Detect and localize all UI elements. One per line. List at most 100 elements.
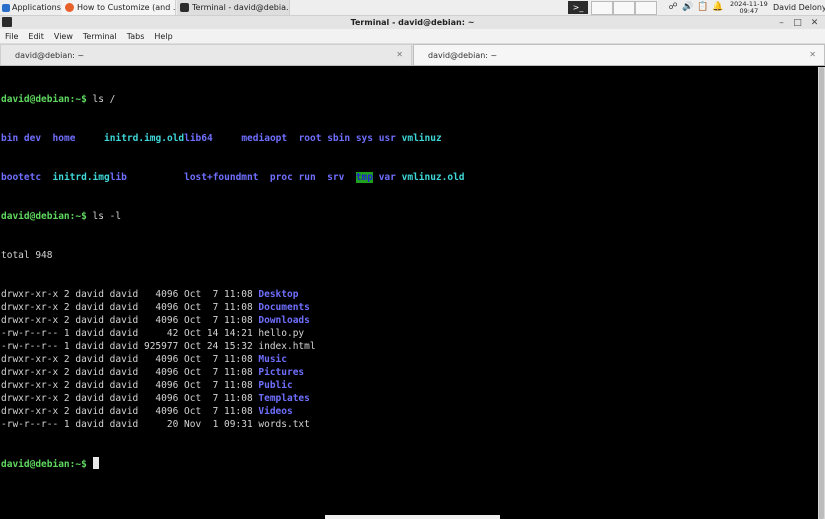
window-titlebar[interactable]: Terminal - david@debian: ~ – □ ✕ xyxy=(0,16,825,29)
menu-view[interactable]: View xyxy=(49,32,78,41)
file-metadata: drwxr-xr-x 2 david david 4096 Oct 7 11:0… xyxy=(1,393,259,404)
ls-entry-var: var xyxy=(378,172,396,183)
file-name: Music xyxy=(258,354,287,365)
file-metadata: drwxr-xr-x 2 david david 4096 Oct 7 11:0… xyxy=(1,367,259,378)
menu-edit[interactable]: Edit xyxy=(23,32,49,41)
taskbar-label: How to Customize (and ... xyxy=(77,3,176,12)
terminal-line: total 948 xyxy=(1,250,53,261)
file-metadata: drwxr-xr-x 2 david david 4096 Oct 7 11:0… xyxy=(1,289,259,300)
file-name: Downloads xyxy=(258,315,310,326)
terminal-icon xyxy=(180,3,189,12)
tab-label: david@debian: ~ xyxy=(428,50,498,60)
ls-entry-srv: srv xyxy=(327,172,345,183)
top-panel: Applications How to Customize (and ... T… xyxy=(0,0,825,16)
ls-listing: drwxr-xr-x 2 david david 4096 Oct 7 11:0… xyxy=(0,288,818,431)
ls-entry-opt: opt xyxy=(269,133,288,144)
ls-entry-bin: bin xyxy=(1,133,19,144)
tab-1[interactable]: david@debian: ~ ✕ xyxy=(0,44,412,65)
text-cursor xyxy=(92,457,99,469)
terminal-line: david@debian:~$ ls -l xyxy=(0,210,818,223)
close-icon[interactable]: ✕ xyxy=(809,50,816,59)
taskbar-label: Terminal - david@debia... xyxy=(192,3,290,12)
ls-long-row: drwxr-xr-x 2 david david 4096 Oct 7 11:0… xyxy=(0,392,818,405)
file-name: Videos xyxy=(258,406,293,417)
ls-entry-dev: dev xyxy=(23,133,42,144)
volume-icon[interactable]: 🔊 xyxy=(682,1,694,13)
file-name: Desktop xyxy=(258,289,299,300)
tab-bar: david@debian: ~ ✕ david@debian: ~ ✕ xyxy=(0,43,825,66)
window-title: Terminal - david@debian: ~ xyxy=(350,18,475,27)
command: ls -l xyxy=(86,211,122,222)
ls-long-row: -rw-r--r-- 1 david david 20 Nov 1 09:31 … xyxy=(0,418,818,431)
menu-help[interactable]: Help xyxy=(149,32,177,41)
workspace-2[interactable] xyxy=(591,1,613,15)
workspace-switcher[interactable]: >_ xyxy=(568,1,588,14)
ls-entry-initrd-img: initrd.img xyxy=(52,172,110,183)
maximize-icon[interactable]: □ xyxy=(792,17,803,28)
ls-long-row: drwxr-xr-x 2 david david 4096 Oct 7 11:0… xyxy=(0,288,818,301)
clock[interactable]: 2024-11-19 09:47 xyxy=(730,0,768,15)
close-icon[interactable]: ✕ xyxy=(396,50,403,59)
terminal-scrollbar[interactable] xyxy=(818,67,825,519)
ls-entry-media: media xyxy=(241,133,270,144)
shell-prompt: david@debian:~$ xyxy=(1,459,87,470)
ls-entry-sbin: sbin xyxy=(327,133,351,144)
file-metadata: -rw-r--r-- 1 david david 42 Oct 14 14:21 xyxy=(1,328,259,339)
tab-label: david@debian: ~ xyxy=(15,50,85,60)
panel-strip xyxy=(325,515,500,519)
terminal-line: david@debian:~$ ls / xyxy=(0,93,818,106)
ls-entry-etc: etc xyxy=(23,172,42,183)
ls-entry-lib: lib xyxy=(109,172,127,183)
workspace-3[interactable] xyxy=(613,1,635,15)
file-name: Documents xyxy=(258,302,310,313)
terminal-line: david@debian:~$ xyxy=(0,457,818,470)
ls-long-row: drwxr-xr-x 2 david david 4096 Oct 7 11:0… xyxy=(0,405,818,418)
file-metadata: -rw-r--r-- 1 david david 20 Nov 1 09:31 xyxy=(1,419,259,430)
user-menu[interactable]: David Delony xyxy=(773,1,825,14)
ls-entry-vmlinuz: vmlinuz xyxy=(401,133,442,144)
user-name: David Delony xyxy=(773,3,825,12)
ls-entry-sys: sys xyxy=(355,133,373,144)
ls-entry-run: run xyxy=(298,172,316,183)
minimize-icon[interactable]: – xyxy=(776,17,787,28)
applications-menu[interactable]: Applications xyxy=(2,1,61,14)
file-name: Templates xyxy=(258,393,310,404)
ls-entry-tmp: tmp xyxy=(355,172,373,183)
file-metadata: -rw-r--r-- 1 david david 925977 Oct 24 1… xyxy=(1,341,259,352)
menu-terminal[interactable]: Terminal xyxy=(78,32,122,41)
tab-2[interactable]: david@debian: ~ ✕ xyxy=(413,44,825,65)
ls-root-row: bin dev home initrd.img.oldlib64 mediaop… xyxy=(0,132,818,145)
file-metadata: drwxr-xr-x 2 david david 4096 Oct 7 11:0… xyxy=(1,315,259,326)
network-icon[interactable]: ☍ xyxy=(667,1,679,13)
file-metadata: drwxr-xr-x 2 david david 4096 Oct 7 11:0… xyxy=(1,406,259,417)
ls-entry-proc: proc xyxy=(269,172,293,183)
shell-prompt: david@debian:~$ xyxy=(1,211,87,222)
file-name: index.html xyxy=(258,341,316,352)
ls-entry-vmlinuz-old: vmlinuz.old xyxy=(401,172,465,183)
menu-tabs[interactable]: Tabs xyxy=(122,32,150,41)
clipboard-icon[interactable]: 📋 xyxy=(697,1,709,13)
file-metadata: drwxr-xr-x 2 david david 4096 Oct 7 11:0… xyxy=(1,380,259,391)
firefox-icon xyxy=(65,3,74,12)
ls-long-row: drwxr-xr-x 2 david david 4096 Oct 7 11:0… xyxy=(0,379,818,392)
ls-entry-lib64: lib64 xyxy=(184,133,213,144)
xfce-mouse-icon xyxy=(2,3,10,12)
scrollbar-thumb[interactable] xyxy=(819,67,824,519)
ls-entry-mnt: mnt xyxy=(241,172,259,183)
notification-bell-icon[interactable]: 🔔 xyxy=(712,1,724,13)
ls-root-row: bootetc initrd.imglib lost+foundmnt proc… xyxy=(0,171,818,184)
ls-long-row: -rw-r--r-- 1 david david 42 Oct 14 14:21… xyxy=(0,327,818,340)
workspace-4[interactable] xyxy=(635,1,657,15)
file-name: Pictures xyxy=(258,367,305,378)
menubar: File Edit View Terminal Tabs Help xyxy=(0,29,825,43)
ls-long-row: drwxr-xr-x 2 david david 4096 Oct 7 11:0… xyxy=(0,301,818,314)
menu-file[interactable]: File xyxy=(0,32,23,41)
file-name: words.txt xyxy=(258,419,310,430)
taskbar-item-terminal[interactable]: Terminal - david@debia... xyxy=(177,0,290,15)
close-icon[interactable]: ✕ xyxy=(809,17,820,28)
taskbar-item-browser[interactable]: How to Customize (and ... xyxy=(62,0,176,15)
ls-entry-home: home xyxy=(52,133,76,144)
file-name: Public xyxy=(258,380,293,391)
terminal-output[interactable]: david@debian:~$ ls / bin dev home initrd… xyxy=(0,67,818,519)
applications-label: Applications xyxy=(12,3,61,12)
